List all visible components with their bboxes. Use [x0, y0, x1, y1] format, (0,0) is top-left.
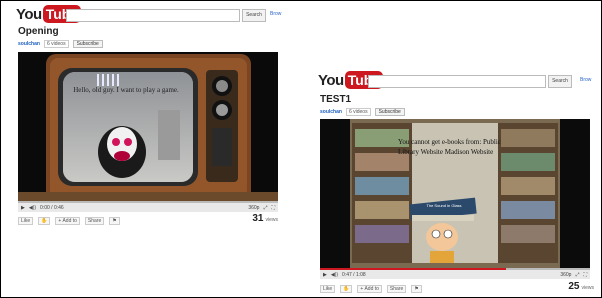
logo-you: You	[16, 5, 42, 23]
flag-icon[interactable]: ⚑	[411, 285, 422, 293]
video-count-badge[interactable]: 6 videos	[345, 108, 371, 116]
cartoon-kid-icon	[426, 223, 458, 263]
add-to-button[interactable]: + Add to	[55, 217, 80, 225]
time-display: 0:00 / 0:46	[40, 204, 64, 211]
flag-icon[interactable]: ⚑	[109, 217, 120, 225]
player-controls: ▶ ◀)) 0:00 / 0:46 360p ⤢ ⛶	[18, 203, 278, 212]
right-youtube-panel: You Tube Search Brow TEST1 soulchan 6 vi…	[318, 70, 598, 298]
video-player[interactable]: Hello, old guy. I want to play a game. ▶…	[18, 52, 278, 212]
play-button[interactable]: ▶	[21, 205, 25, 211]
view-count-number: 25	[568, 281, 580, 292]
video-title: Opening	[18, 26, 59, 37]
view-count-label: views	[265, 217, 278, 223]
speech-caption: Hello, old guy. I want to play a game.	[73, 86, 179, 94]
search-button[interactable]: Search	[548, 75, 572, 88]
browse-link[interactable]: Brow	[580, 77, 591, 83]
like-button[interactable]: Like	[320, 285, 336, 293]
dislike-icon[interactable]: ✋	[38, 217, 51, 225]
share-button[interactable]: Share	[386, 285, 407, 293]
volume-icon[interactable]: ◀))	[29, 205, 36, 211]
fullscreen-icon[interactable]: ⛶	[583, 272, 587, 278]
channel-row: soulchan 6 videos Subscribe	[18, 39, 103, 49]
view-count: 31 views	[252, 213, 278, 224]
quality-button[interactable]: 360p	[248, 205, 259, 211]
video-count-badge[interactable]: 6 videos	[43, 40, 69, 48]
channel-link[interactable]: soulchan	[18, 41, 40, 47]
action-row: Like ✋ + Add to Share ⚑	[18, 216, 120, 226]
slide-text: You cannot get e-books from: Public Libr…	[398, 138, 501, 156]
puppet-character-icon	[98, 126, 146, 178]
player-controls: ▶ ◀)) 0:47 / 1:08 360p ⤢ ⛶	[320, 270, 590, 279]
like-button[interactable]: Like	[18, 217, 34, 225]
dislike-icon[interactable]: ✋	[340, 285, 353, 293]
logo-you: You	[318, 71, 344, 89]
subscribe-button[interactable]: Subscribe	[374, 108, 405, 116]
add-to-button[interactable]: + Add to	[357, 285, 382, 293]
volume-icon[interactable]: ◀))	[331, 272, 338, 278]
video-title: TEST1	[320, 94, 352, 105]
view-count: 25 views	[568, 281, 594, 292]
browse-link[interactable]: Brow	[270, 11, 281, 17]
search-input[interactable]	[66, 9, 240, 22]
popout-icon[interactable]: ⤢	[575, 272, 579, 278]
search-input[interactable]	[368, 75, 546, 88]
left-youtube-panel: You Tube Search Brow Opening soulchan 6 …	[16, 4, 282, 232]
popout-icon[interactable]: ⤢	[263, 205, 267, 211]
view-count-number: 31	[252, 213, 264, 224]
search-button[interactable]: Search	[242, 9, 266, 22]
book-title-label: The Sound in Glass	[426, 203, 462, 208]
action-row: Like ✋ + Add to Share ⚑	[320, 284, 422, 294]
share-button[interactable]: Share	[84, 217, 105, 225]
quality-button[interactable]: 360p	[560, 272, 571, 278]
channel-link[interactable]: soulchan	[320, 109, 342, 115]
time-display: 0:47 / 1:08	[342, 271, 366, 278]
channel-row: soulchan 6 videos Subscribe	[320, 107, 405, 117]
fullscreen-icon[interactable]: ⛶	[271, 205, 275, 211]
subscribe-button[interactable]: Subscribe	[72, 40, 103, 48]
video-frame-tv-scene	[18, 52, 278, 203]
view-count-label: views	[581, 285, 594, 291]
video-player[interactable]: You cannot get e-books from: Public Libr…	[320, 119, 590, 279]
play-button[interactable]: ▶	[323, 272, 327, 278]
